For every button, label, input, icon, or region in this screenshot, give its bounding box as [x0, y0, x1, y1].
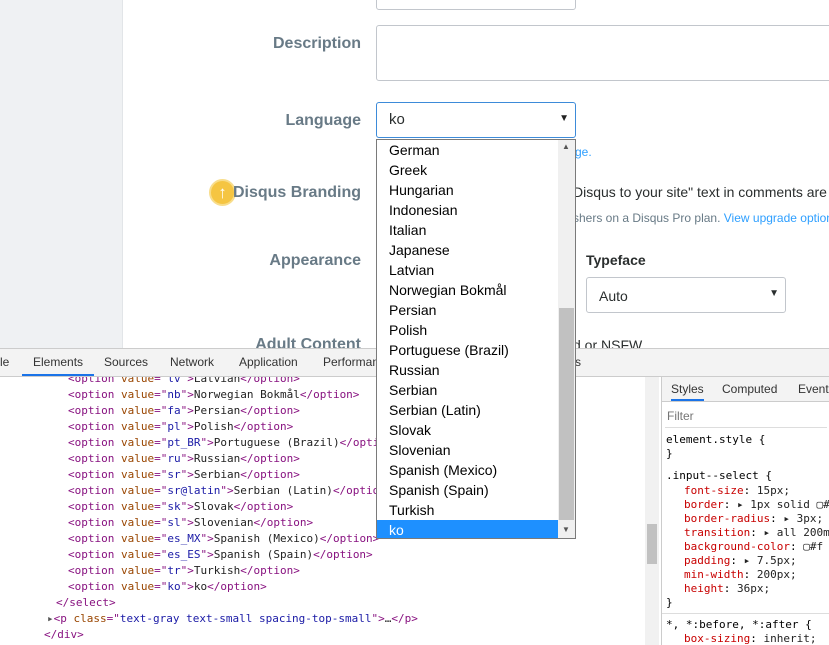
branding-subtext: shers on a Disqus Pro plan.: [573, 211, 721, 225]
tab-event[interactable]: Event: [798, 382, 829, 396]
scroll-up-icon[interactable]: ▲: [562, 142, 570, 151]
rule-close: }: [666, 596, 673, 609]
language-option[interactable]: Slovak: [377, 420, 558, 440]
description-label: Description: [272, 35, 361, 52]
appearance-label: Appearance: [269, 252, 361, 269]
language-dropdown-list[interactable]: German Greek Hungarian Indonesian Italia…: [376, 139, 576, 539]
dom-p-line[interactable]: ▸<p class="text-gray text-small spacing-…: [47, 611, 418, 627]
category-input[interactable]: [376, 0, 576, 10]
chevron-down-icon: ▼: [769, 288, 779, 299]
left-sidebar: [0, 0, 123, 348]
css-prop[interactable]: border: ▸ 1px solid ▢#: [684, 498, 829, 512]
tab-styles[interactable]: Styles: [671, 382, 704, 401]
tab-computed[interactable]: Computed: [722, 382, 777, 396]
language-option[interactable]: Slovenian: [377, 440, 558, 460]
language-select[interactable]: ko ▼: [376, 102, 576, 138]
dom-scroll-thumb[interactable]: [647, 524, 657, 564]
dom-line[interactable]: <option value="pl">Polish</option>: [68, 419, 293, 435]
expand-triangle-icon[interactable]: ▸: [47, 612, 54, 625]
dom-line[interactable]: <option value="lv">Latvian</option>: [68, 377, 300, 387]
branding-text: Disqus to your site" text in comments ar…: [573, 184, 827, 200]
css-prop[interactable]: height: 36px;: [684, 582, 770, 596]
chevron-down-icon: ▼: [559, 113, 569, 124]
css-prop[interactable]: min-width: 200px;: [684, 568, 797, 582]
view-upgrade-link[interactable]: View upgrade option: [724, 211, 829, 225]
adult-content-label: Adult Content: [255, 336, 361, 348]
language-option[interactable]: Indonesian: [377, 200, 558, 220]
branding-subtext-row: shers on a Disqus Pro plan. View upgrade…: [573, 211, 829, 225]
language-option[interactable]: Persian: [377, 300, 558, 320]
css-prop[interactable]: transition: ▸ all 200ms: [684, 526, 829, 540]
typeface-select[interactable]: Auto ▼: [586, 277, 786, 313]
rule-close: }: [666, 447, 673, 460]
language-option[interactable]: Serbian: [377, 380, 558, 400]
dom-close-div[interactable]: </div>: [44, 627, 84, 643]
typeface-value: Auto: [599, 288, 628, 304]
language-option[interactable]: Polish: [377, 320, 558, 340]
language-option[interactable]: Italian: [377, 220, 558, 240]
scroll-down-icon[interactable]: ▼: [562, 525, 570, 534]
language-option[interactable]: Turkish: [377, 500, 558, 520]
element-style-rule[interactable]: element.style {: [666, 433, 765, 447]
tab-console[interactable]: le: [0, 349, 9, 376]
tab-application[interactable]: Application: [239, 349, 298, 376]
language-option[interactable]: Hungarian: [377, 180, 558, 200]
dom-line[interactable]: <option value="fa">Persian</option>: [68, 403, 300, 419]
styles-filter-input[interactable]: [665, 405, 827, 428]
dom-line[interactable]: <option value="pt_BR">Portuguese (Brazil…: [68, 435, 399, 451]
dom-line[interactable]: <option value="sr">Serbian</option>: [68, 467, 300, 483]
dom-line[interactable]: <option value="nb">Norwegian Bokmål</opt…: [68, 387, 359, 403]
styles-tabbar: Styles Computed Event: [662, 377, 829, 402]
tab-sources[interactable]: Sources: [104, 349, 148, 376]
dom-line[interactable]: <option value="tr">Turkish</option>: [68, 563, 300, 579]
css-prop[interactable]: background-color: ▢#f: [684, 540, 823, 554]
dom-line[interactable]: <option value="sl">Slovenian</option>: [68, 515, 313, 531]
css-prop[interactable]: padding: ▸ 7.5px;: [684, 554, 797, 568]
tab-network[interactable]: Network: [170, 349, 214, 376]
language-option[interactable]: Japanese: [377, 240, 558, 260]
language-select-value: ko: [389, 111, 405, 128]
adult-content-text: d or NSFW: [573, 337, 643, 348]
dom-line[interactable]: <option value="sr@latin">Serbian (Latin)…: [68, 483, 393, 499]
typeface-label: Typeface: [586, 252, 646, 268]
language-option[interactable]: German: [377, 140, 558, 160]
language-option[interactable]: Spanish (Spain): [377, 480, 558, 500]
dom-line[interactable]: <option value="sk">Slovak</option>: [68, 499, 293, 515]
language-option[interactable]: Serbian (Latin): [377, 400, 558, 420]
language-option[interactable]: Latvian: [377, 260, 558, 280]
css-prop[interactable]: box-sizing: inherit;: [684, 632, 816, 645]
language-help-text[interactable]: ge.: [575, 145, 592, 159]
rule-divider: [662, 613, 829, 614]
tab-performance[interactable]: Performan: [323, 349, 379, 376]
language-option[interactable]: Russian: [377, 360, 558, 380]
styles-pane: Styles Computed Event element.style { } …: [661, 377, 829, 645]
dom-line[interactable]: <option value="ko">ko</option>: [68, 579, 267, 595]
input-select-rule[interactable]: .input--select {: [666, 469, 772, 483]
dom-line[interactable]: <option value="ru">Russian</option>: [68, 451, 300, 467]
dom-close-select[interactable]: </select>: [56, 595, 116, 611]
language-option[interactable]: Norwegian Bokmål: [377, 280, 558, 300]
language-option[interactable]: Greek: [377, 160, 558, 180]
dom-line[interactable]: <option value="es_ES">Spanish (Spain)</o…: [68, 547, 373, 563]
language-option-selected[interactable]: ko: [377, 520, 558, 538]
language-option[interactable]: Spanish (Mexico): [377, 460, 558, 480]
branding-label: Disqus Branding: [232, 184, 361, 201]
language-option[interactable]: Portuguese (Brazil): [377, 340, 558, 360]
css-prop[interactable]: border-radius: ▸ 3px;: [684, 512, 823, 526]
tab-elements[interactable]: Elements: [22, 349, 95, 376]
dom-scrollbar[interactable]: [645, 377, 659, 645]
description-textarea[interactable]: [376, 25, 829, 81]
universal-rule[interactable]: *, *:before, *:after {: [666, 618, 812, 632]
css-prop[interactable]: font-size: 15px;: [684, 484, 790, 498]
language-label: Language: [285, 112, 361, 129]
dropdown-scroll-thumb[interactable]: [559, 308, 574, 520]
dom-line[interactable]: <option value="es_MX">Spanish (Mexico)</…: [68, 531, 379, 547]
